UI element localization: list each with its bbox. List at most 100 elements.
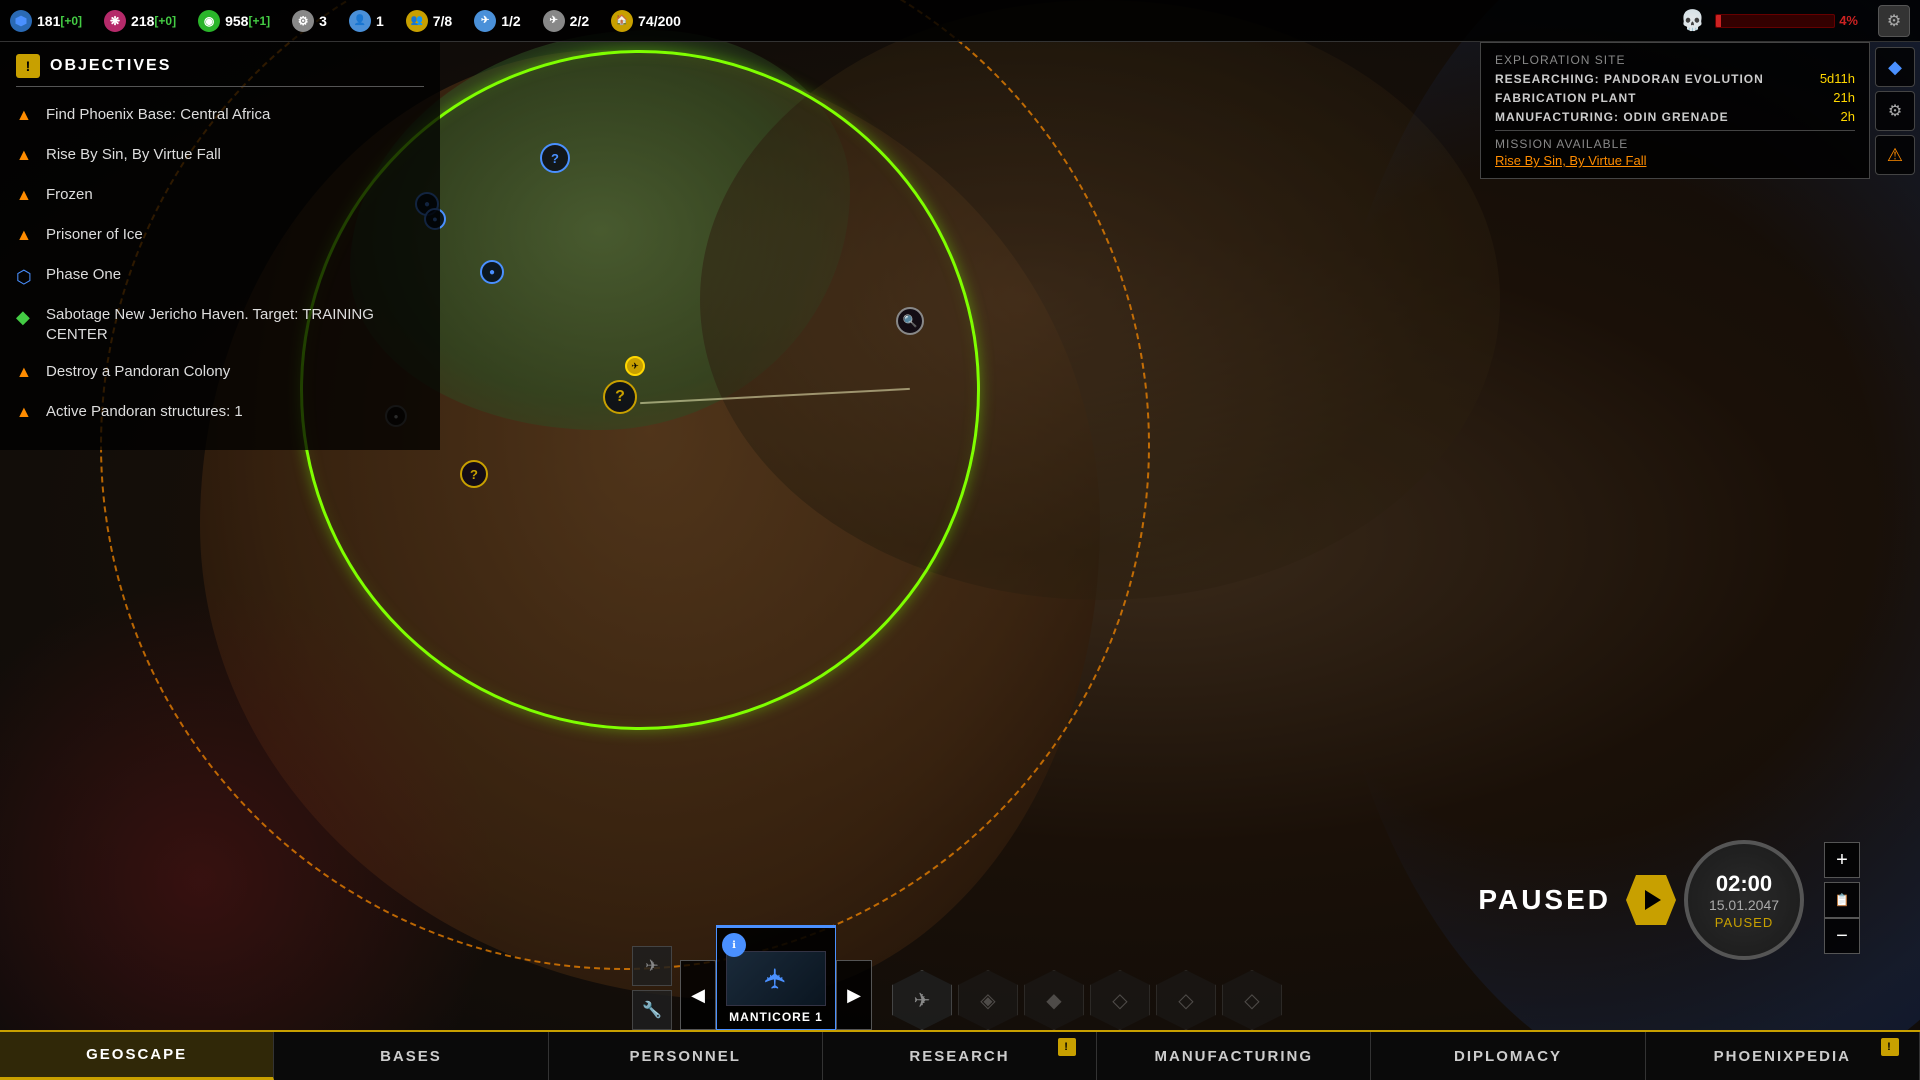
phoenixpedia-badge: ! [1881,1038,1899,1056]
personnel-pts-icon: ❋ [104,10,126,32]
obj-icon-6: ◆ [16,307,36,327]
aircraft-tool-icons: ✈ 🔧 [632,946,672,1030]
action-move-button[interactable]: ✈ [892,970,952,1030]
obj-icon-5: ⬡ [16,267,36,287]
right-icon-gear[interactable]: ⚙ [1875,91,1915,131]
exploration-site-row: EXPLORATION SITE [1495,53,1855,67]
aircraft-shape-icon: ✈ [760,967,793,990]
obj-text-5: Phase One [46,265,121,285]
tab-manufacturing-label: MANUFACTURING [1155,1048,1314,1065]
personnel-pts-delta: [+0] [154,14,176,28]
personnel-value: 7/8 [433,13,452,29]
play-button[interactable] [1626,875,1676,925]
resource-personnel: 👥 7/8 [406,10,452,32]
aircraft-selected-icon: ℹ [722,933,746,957]
map-marker-search[interactable]: 🔍 [896,307,924,335]
tab-phoenixpedia-label: PHOENIXPEDIA [1714,1048,1851,1065]
aircraft-repair-button[interactable]: 🔧 [632,990,672,1030]
alert-bar-inner [1716,15,1721,27]
obj-text-3: Frozen [46,185,93,205]
aircraft-icon: ✈ [474,10,496,32]
researching-time: 5d11h [1820,71,1855,86]
action-icons-group: ✈ ◈ ◆ ◇ ◇ ◇ [892,970,1288,1030]
map-marker-aircraft-3[interactable]: ● [480,260,504,284]
top-bar: 181 [+0] ❋ 218 [+0] ◉ 958 [+1] ⚙ 3 👤 1 👥… [0,0,1920,42]
tech-value: 958 [225,13,248,29]
agents-value: 1 [376,13,384,29]
action-diamond2-button[interactable]: ◆ [1024,970,1084,1030]
resource-tech: ◉ 958 [+1] [198,10,270,32]
settings-button[interactable]: ⚙ [1878,5,1910,37]
aircraft-base-marker[interactable]: ✈ [625,356,645,376]
objective-3[interactable]: ▲ Frozen [16,181,424,211]
tab-research[interactable]: RESEARCH ! [823,1032,1097,1080]
clock-display: 02:00 15.01.2047 PAUSED [1684,840,1804,960]
action-diamond5-button[interactable]: ◇ [1222,970,1282,1030]
personnel-pts-value: 218 [131,13,154,29]
tab-bases-label: BASES [380,1048,442,1065]
aircraft-deploy-button[interactable]: ✈ [632,946,672,986]
aircraft-name: MANTICORE 1 [729,1010,823,1024]
objectives-icon: ! [16,54,40,78]
objective-2[interactable]: ▲ Rise By Sin, By Virtue Fall [16,141,424,171]
map-marker-question-1[interactable]: ? [603,380,637,414]
map-marker-1[interactable]: ? [540,143,570,173]
agents-icon: 👤 [349,10,371,32]
obj-text-7: Destroy a Pandoran Colony [46,362,230,382]
tasks-icon: ⚙ [292,10,314,32]
objective-6[interactable]: ◆ Sabotage New Jericho Haven. Target: TR… [16,301,424,348]
resource-personnel-pts: ❋ 218 [+0] [104,10,176,32]
obj-text-8: Active Pandoran structures: 1 [46,402,243,422]
objective-7[interactable]: ▲ Destroy a Pandoran Colony [16,358,424,388]
researching-row: RESEARCHING: PANDORAN EVOLUTION 5d11h [1495,71,1855,86]
exploration-site-label: EXPLORATION SITE [1495,53,1625,67]
tab-diplomacy[interactable]: DIPLOMACY [1371,1032,1645,1080]
objective-8[interactable]: ▲ Active Pandoran structures: 1 [16,398,424,428]
objectives-header: ! OBJECTIVES [16,54,424,87]
research-badge: ! [1058,1038,1076,1056]
right-icon-alert[interactable]: ⚠ [1875,135,1915,175]
obj-text-2: Rise By Sin, By Virtue Fall [46,145,221,165]
objectives-title: OBJECTIVES [50,57,171,75]
tab-bases[interactable]: BASES [274,1032,548,1080]
fabrication-time: 21h [1833,90,1855,105]
tab-geoscape[interactable]: GEOSCAPE [0,1032,274,1080]
tab-diplomacy-label: DIPLOMACY [1454,1048,1562,1065]
objective-4[interactable]: ▲ Prisoner of Ice [16,221,424,251]
fabrication-row: FABRICATION PLANT 21h [1495,90,1855,105]
zoom-controls: + 📋 − [1824,842,1860,958]
researching-label: RESEARCHING: PANDORAN EVOLUTION [1495,72,1764,86]
mission-link[interactable]: Rise By Sin, By Virtue Fall [1495,153,1855,168]
storage-icon: 🏠 [611,10,633,32]
right-icon-diamond[interactable]: ◆ [1875,47,1915,87]
action-diamond1-button[interactable]: ◈ [958,970,1018,1030]
storage-value: 74/200 [638,13,681,29]
personnel-icon: 👥 [406,10,428,32]
obj-icon-1: ▲ [16,107,36,127]
aircraft-next-button[interactable]: ▶ [836,960,872,1030]
action-diamond4-button[interactable]: ◇ [1156,970,1216,1030]
bottom-nav: GEOSCAPE BASES PERSONNEL RESEARCH ! MANU… [0,1030,1920,1080]
tab-manufacturing[interactable]: MANUFACTURING [1097,1032,1371,1080]
zoom-in-button[interactable]: + [1824,842,1860,878]
tab-phoenixpedia[interactable]: PHOENIXPEDIA ! [1646,1032,1920,1080]
obj-text-6: Sabotage New Jericho Haven. Target: TRAI… [46,305,424,344]
aircraft-prev-button[interactable]: ◀ [680,960,716,1030]
mission-available-label: MISSION AVAILABLE [1495,137,1855,151]
tab-research-label: RESEARCH [909,1048,1009,1065]
objective-5[interactable]: ⬡ Phase One [16,261,424,291]
action-diamond3-button[interactable]: ◇ [1090,970,1150,1030]
obj-icon-8: ▲ [16,404,36,424]
notes-button[interactable]: 📋 [1824,882,1860,918]
obj-icon-2: ▲ [16,147,36,167]
objective-1[interactable]: ▲ Find Phoenix Base: Central Africa [16,101,424,131]
map-marker-question-2[interactable]: ? [460,460,488,488]
aircraft-card-manticore[interactable]: ℹ ✈ MANTICORE 1 [716,925,836,1030]
skull-icon: 💀 [1680,8,1705,33]
zoom-out-button[interactable]: − [1824,918,1860,954]
alert-percent: 4% [1839,13,1858,28]
obj-icon-4: ▲ [16,227,36,247]
tab-personnel[interactable]: PERSONNEL [549,1032,823,1080]
obj-text-4: Prisoner of Ice [46,225,143,245]
fabrication-label: FABRICATION PLANT [1495,91,1636,105]
